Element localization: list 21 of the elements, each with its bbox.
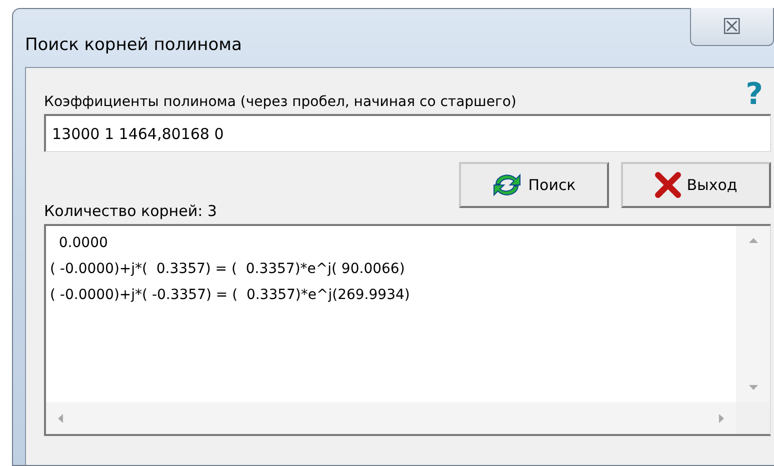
scrollbar-corner [736,402,770,434]
root-count-label: Количество корней: 3 [44,202,218,222]
help-button[interactable]: ? [746,80,763,110]
scroll-up-icon[interactable] [748,238,758,243]
exit-button[interactable]: Выход [621,162,771,208]
window-title: Поиск корней полинома [25,35,243,55]
refresh-icon [492,172,522,198]
result-line: ( -0.0000)+j*( -0.3357) = ( 0.3357)*e^j(269.9934) [50,286,410,305]
horizontal-scrollbar[interactable] [46,402,736,434]
coefficients-field[interactable]: 13000 1 1464,80168 0 [44,114,771,152]
vertical-scrollbar[interactable] [736,226,770,402]
scroll-left-icon[interactable] [58,414,63,422]
scroll-right-icon[interactable] [719,414,724,422]
cross-icon [654,172,681,198]
scroll-down-icon[interactable] [748,385,758,390]
results-memo[interactable]: 0.0000 ( -0.0000)+j*( 0.3357) = ( 0.3357)*e^j( 90.0066) ( -0.0000)+j*( -0.3357) = ( 0.3357)*e^j(269.9934) [44,224,771,436]
search-button[interactable]: Поиск [459,162,609,208]
close-button[interactable]: ☒ [690,8,774,46]
result-line: ( -0.0000)+j*( 0.3357) = ( 0.3357)*e^j( 90.0066) [50,260,405,279]
result-line: 0.0000 [58,234,108,253]
coefficients-label: Коэффициенты полинома (через пробел, начиная со старшего) [44,94,516,110]
